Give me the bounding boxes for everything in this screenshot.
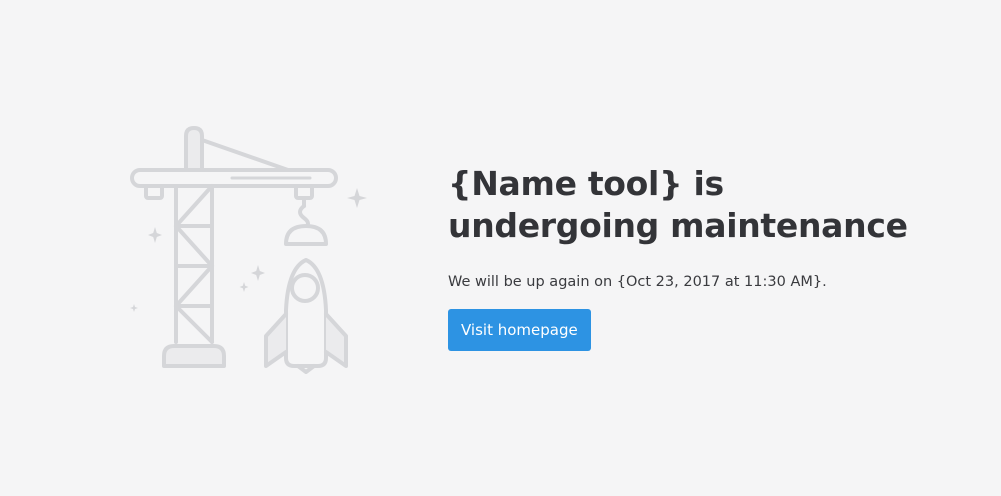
visit-homepage-button[interactable]: Visit homepage <box>448 309 591 351</box>
maintenance-message: We will be up again on {Oct 23, 2017 at … <box>448 274 827 290</box>
crane-lifting-rocket-icon <box>130 126 367 374</box>
page-title: {Name tool} is undergoing maintenance <box>448 163 968 247</box>
page-title-line-1: {Name tool} is <box>448 164 724 203</box>
maintenance-content: {Name tool} is undergoing maintenance We… <box>448 163 968 351</box>
maintenance-page: {Name tool} is undergoing maintenance We… <box>0 0 1001 496</box>
page-title-line-2: undergoing maintenance <box>448 206 908 245</box>
